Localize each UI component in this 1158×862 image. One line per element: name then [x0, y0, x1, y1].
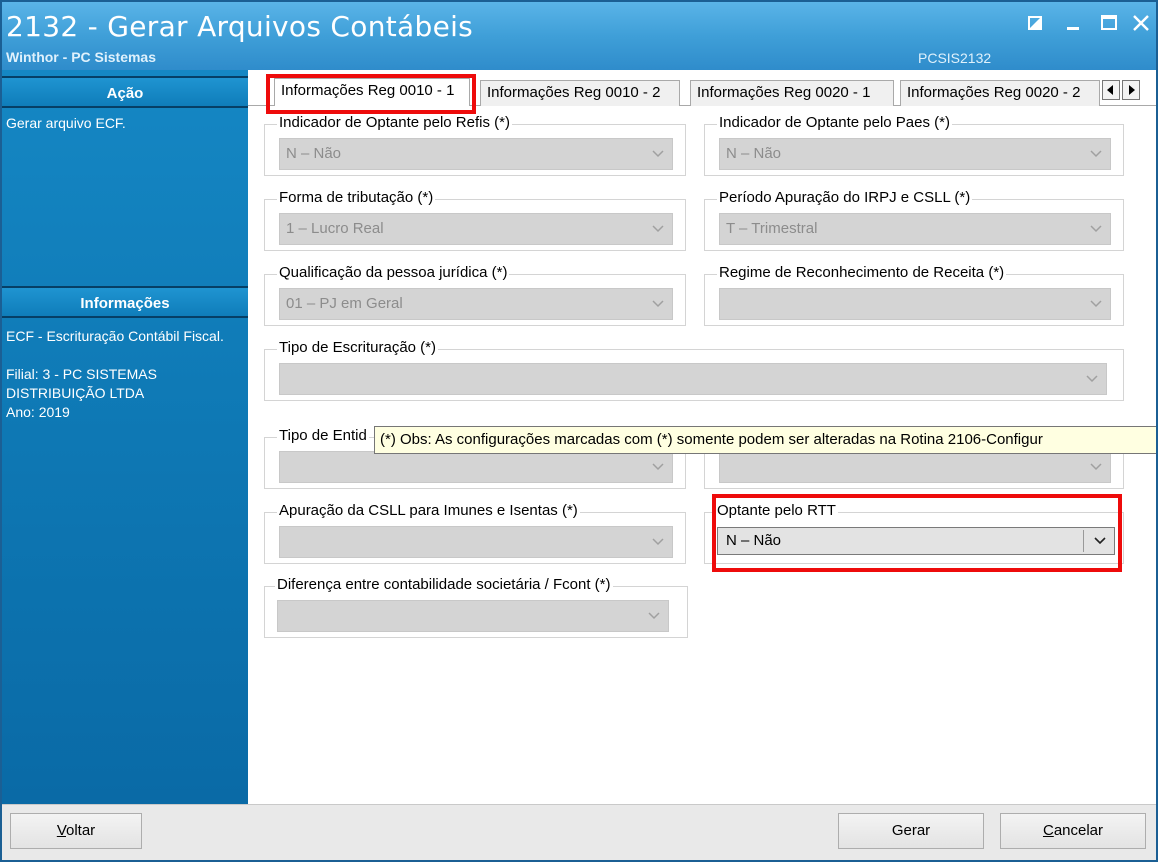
label-escrituracao: Tipo de Escrituração (*) — [277, 339, 439, 356]
voltar-mnemonic: V — [56, 822, 66, 839]
minimize-icon[interactable] — [1060, 10, 1086, 36]
cancelar-mnemonic: C — [1042, 822, 1054, 839]
chevron-down-icon — [1090, 225, 1102, 233]
csll-select[interactable] — [279, 526, 673, 558]
highlight-rtt-box — [712, 494, 1122, 572]
sidebar-acao-text: Gerar arquivo ECF. — [6, 115, 126, 131]
window-title: 2132 - Gerar Arquivos Contábeis — [6, 10, 474, 43]
title-bar[interactable]: 2132 - Gerar Arquivos Contábeis Winthor … — [2, 2, 1156, 70]
sidebar-acao-heading: Ação — [2, 76, 248, 108]
regime-select[interactable] — [719, 288, 1111, 320]
chevron-down-icon — [652, 150, 664, 158]
highlight-tab-box — [266, 74, 476, 114]
bottom-button-bar: Voltar Gerar Cancelar — [2, 804, 1156, 860]
qualificacao-select[interactable]: 01 – PJ em Geral — [279, 288, 673, 320]
group-fcont: Diferença entre contabilidade societária… — [264, 576, 688, 638]
group-escrituracao: Tipo de Escrituração (*) — [264, 339, 1124, 401]
chevron-down-icon — [652, 538, 664, 546]
tab-scroll-left-icon[interactable] — [1102, 80, 1120, 100]
entidade-select[interactable] — [279, 451, 673, 483]
qualificacao-value: 01 – PJ em Geral — [286, 295, 403, 312]
group-regime: Regime de Reconhecimento de Receita (*) — [704, 264, 1124, 326]
sidebar: Ação Gerar arquivo ECF. Informações ECF … — [2, 70, 248, 804]
fcont-select[interactable] — [277, 600, 669, 632]
gerar-button[interactable]: Gerar — [838, 813, 984, 849]
chevron-down-icon — [1090, 150, 1102, 158]
label-periodo: Período Apuração do IRPJ e CSLL (*) — [717, 189, 973, 206]
periodo-select[interactable]: T – Trimestral — [719, 213, 1111, 245]
tab-scroll-right-icon[interactable] — [1122, 80, 1140, 100]
tributacao-value: 1 – Lucro Real — [286, 220, 384, 237]
chevron-down-icon — [1086, 375, 1098, 383]
tab-reg-0020-1[interactable]: Informações Reg 0020 - 1 — [690, 80, 894, 106]
chevron-down-icon — [652, 463, 664, 471]
tab-reg-0010-2[interactable]: Informações Reg 0010 - 2 — [480, 80, 680, 106]
group-periodo: Período Apuração do IRPJ e CSLL (*) T – … — [704, 189, 1124, 251]
close-icon[interactable] — [1128, 10, 1154, 36]
routine-code: PCSIS2132 — [918, 50, 992, 66]
group-qualificacao: Qualificação da pessoa jurídica (*) 01 –… — [264, 264, 686, 326]
label-fcont: Diferença entre contabilidade societária… — [275, 576, 613, 593]
label-refis: Indicador de Optante pelo Refis (*) — [277, 114, 512, 131]
label-csll: Apuração da CSLL para Imunes e Isentas (… — [277, 502, 580, 519]
periodo-value: T – Trimestral — [726, 220, 818, 237]
label-entidade: Tipo de Entid — [277, 427, 369, 444]
voltar-label: oltar — [66, 822, 96, 839]
label-paes: Indicador de Optante pelo Paes (*) — [717, 114, 952, 131]
cancelar-button[interactable]: Cancelar — [1000, 813, 1146, 849]
label-regime: Regime de Reconhecimento de Receita (*) — [717, 264, 1007, 281]
group-csll: Apuração da CSLL para Imunes e Isentas (… — [264, 502, 686, 564]
window-subtitle: Winthor - PC Sistemas — [6, 49, 157, 65]
tab-reg-0020-2[interactable]: Informações Reg 0020 - 2 — [900, 80, 1100, 106]
escrituracao-select[interactable] — [279, 363, 1107, 395]
chevron-down-icon — [1090, 300, 1102, 308]
chevron-down-icon — [652, 225, 664, 233]
entidade-right-select[interactable] — [719, 451, 1111, 483]
group-paes: Indicador de Optante pelo Paes (*) N – N… — [704, 114, 1124, 176]
resize-icon[interactable] — [1022, 10, 1048, 36]
chevron-down-icon — [652, 300, 664, 308]
voltar-button[interactable]: Voltar — [10, 813, 142, 849]
label-qualificacao: Qualificação da pessoa jurídica (*) — [277, 264, 510, 281]
app-window: 2132 - Gerar Arquivos Contábeis Winthor … — [0, 0, 1158, 862]
refis-select[interactable]: N – Não — [279, 138, 673, 170]
chevron-down-icon — [648, 612, 660, 620]
group-refis: Indicador de Optante pelo Refis (*) N – … — [264, 114, 686, 176]
sidebar-info-heading: Informações — [2, 286, 248, 318]
sidebar-info-text: ECF - Escrituração Contábil Fiscal. Fili… — [6, 328, 224, 420]
cancelar-label: ancelar — [1053, 822, 1104, 839]
maximize-icon[interactable] — [1096, 10, 1122, 36]
label-tributacao: Forma de tributação (*) — [277, 189, 436, 206]
config-tooltip: (*) Obs: As configurações marcadas com (… — [374, 426, 1156, 454]
tributacao-select[interactable]: 1 – Lucro Real — [279, 213, 673, 245]
group-tributacao: Forma de tributação (*) 1 – Lucro Real — [264, 189, 686, 251]
refis-value: N – Não — [286, 145, 342, 162]
chevron-down-icon — [1090, 463, 1102, 471]
paes-value: N – Não — [726, 145, 782, 162]
paes-select[interactable]: N – Não — [719, 138, 1111, 170]
